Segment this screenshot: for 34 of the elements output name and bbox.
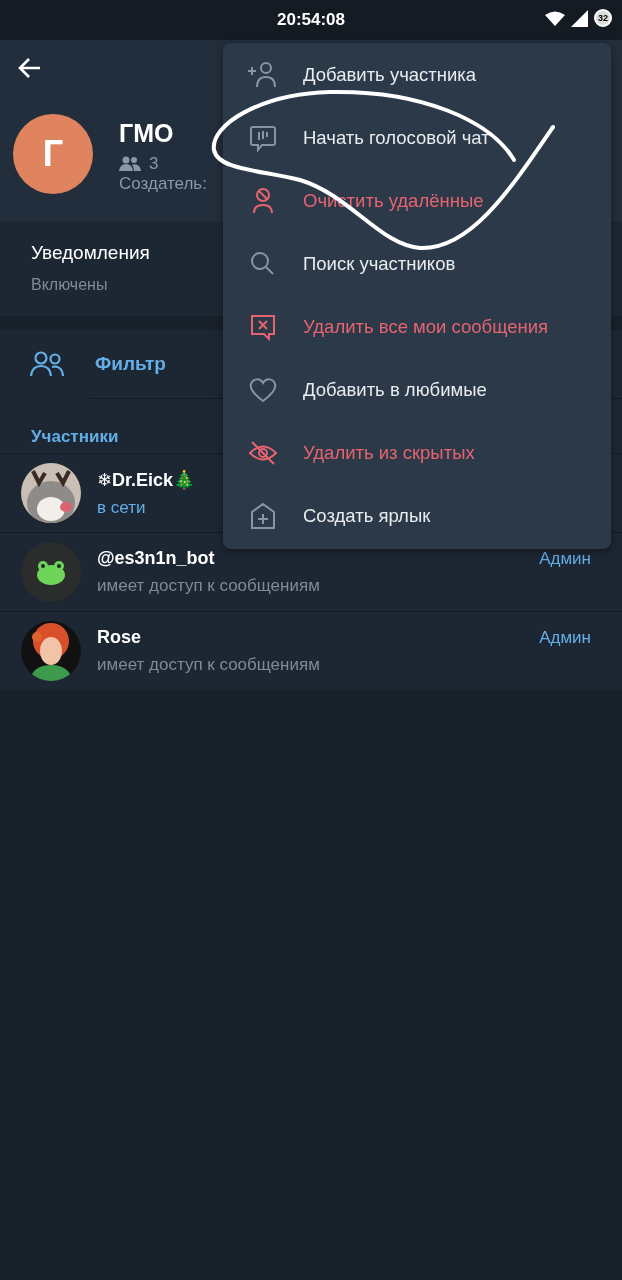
people-icon — [30, 351, 64, 377]
hidden-eye-icon — [247, 438, 279, 467]
clock: 20:54:08 — [276, 10, 346, 30]
add-person-icon — [247, 60, 279, 89]
member-role: Админ — [539, 549, 591, 569]
group-avatar: Г — [13, 114, 93, 194]
voice-chat-icon — [247, 123, 279, 152]
creator-label: Создатель: — [119, 174, 207, 194]
filter-button[interactable]: Фильтр — [95, 353, 166, 375]
member-name: Rose — [97, 627, 141, 648]
member-status: имеет доступ к сообщениям — [97, 576, 320, 596]
notifications-value: Включены — [31, 276, 108, 294]
member-row[interactable]: Rose Админ имеет доступ к сообщениям — [0, 611, 622, 690]
member-status: в сети — [97, 497, 146, 518]
member-name: ❄Dr.Eick🎄 — [97, 468, 196, 491]
notifications-label: Уведомления — [31, 242, 150, 264]
heart-icon — [247, 375, 279, 404]
menu-item[interactable]: Удалить все мои сообщения — [223, 295, 611, 358]
member-role: Админ — [539, 628, 591, 648]
wifi-icon — [545, 10, 565, 26]
group-title: ГМО — [119, 119, 175, 148]
back-arrow-icon[interactable] — [18, 57, 42, 79]
menu-item[interactable]: Поиск участников — [223, 232, 611, 295]
menu-item[interactable]: Добавить участника — [223, 43, 611, 106]
menu-item[interactable]: Удалить из скрытых — [223, 421, 611, 484]
member-status: имеет доступ к сообщениям — [97, 655, 320, 675]
signal-icon — [571, 9, 588, 27]
battery-indicator: 32 — [594, 9, 612, 27]
members-count: 3 — [149, 154, 159, 174]
member-name: @es3n1n_bot — [97, 548, 215, 569]
menu-item[interactable]: Начать голосовой чат — [223, 106, 611, 169]
people-icon — [119, 156, 141, 172]
members-heading: Участники — [31, 427, 119, 447]
menu-item[interactable]: Добавить в любимые — [223, 358, 611, 421]
